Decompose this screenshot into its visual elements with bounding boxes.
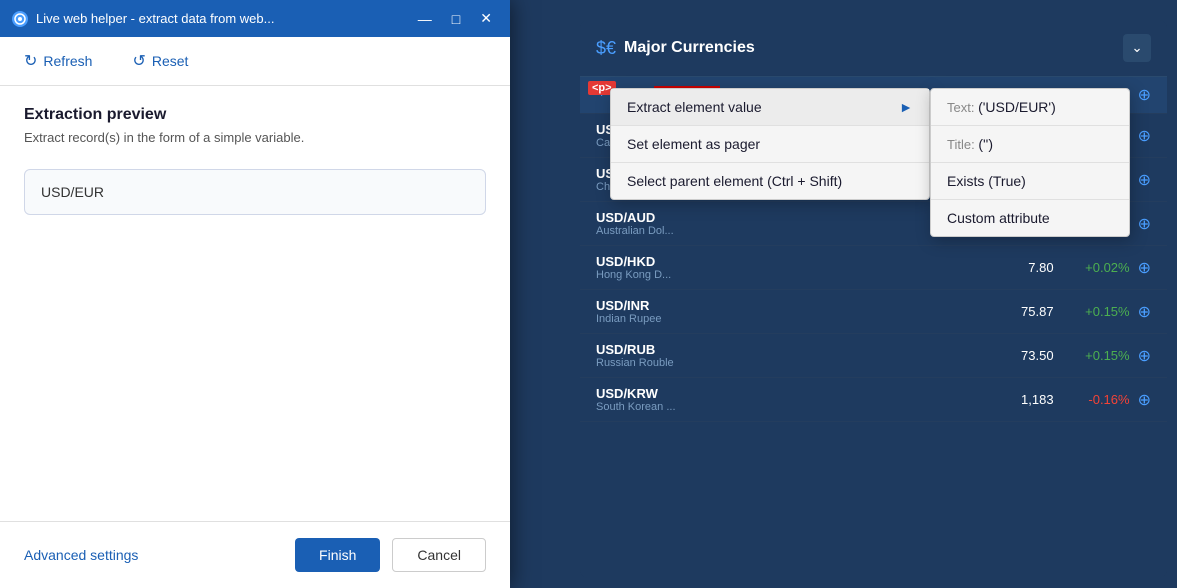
context-menu-item-extract[interactable]: Extract element value ► (611, 89, 929, 126)
currency-change: +0.02% (1070, 260, 1130, 275)
submenu-title-value: ('') (978, 136, 993, 152)
titlebar-title: Live web helper - extract data from web.… (36, 11, 412, 26)
context-menu-pager-label: Set element as pager (627, 136, 760, 152)
cancel-button[interactable]: Cancel (392, 538, 486, 572)
pair-desc: South Korean ... (596, 401, 696, 413)
pair-desc: Australian Dol... (596, 225, 696, 237)
currency-pair: USD/AUD Australian Dol... (596, 210, 696, 237)
currency-panel-title: Major Currencies (624, 39, 755, 57)
add-button[interactable]: ⊕ (1138, 126, 1151, 146)
pair-desc: Hong Kong D... (596, 269, 696, 281)
pair-name: USD/KRW (596, 386, 696, 401)
extraction-subtitle: Extract record(s) in the form of a simpl… (24, 130, 486, 145)
reset-icon: ↺ (132, 51, 145, 71)
footer-buttons: Finish Cancel (295, 538, 486, 572)
currency-change: +0.15% (1070, 348, 1130, 363)
currency-change: +0.15% (1070, 304, 1130, 319)
restore-button[interactable]: □ (446, 8, 466, 29)
pair-name: USD/RUB (596, 342, 696, 357)
titlebar-controls: — □ ✕ (412, 8, 498, 29)
extraction-title: Extraction preview (24, 106, 486, 124)
advanced-settings-link[interactable]: Advanced settings (24, 547, 138, 563)
pair-name: USD/INR (596, 298, 696, 313)
currency-pair: USD/INR Indian Rupee (596, 298, 696, 325)
currency-pair: USD/HKD Hong Kong D... (596, 254, 696, 281)
titlebar: Live web helper - extract data from web.… (0, 0, 510, 37)
context-menu-item-pager[interactable]: Set element as pager (611, 126, 929, 163)
context-menu-item-parent[interactable]: Select parent element (Ctrl + Shift) (611, 163, 929, 199)
finish-button[interactable]: Finish (295, 538, 380, 572)
chevron-right-icon: ► (899, 99, 913, 115)
add-button[interactable]: ⊕ (1138, 346, 1151, 366)
refresh-icon: ↻ (24, 51, 37, 71)
currency-rate: 1,183 (994, 392, 1054, 407)
close-button[interactable]: ✕ (474, 8, 498, 29)
refresh-button[interactable]: ↻ Refresh (16, 47, 100, 75)
currency-change: -0.16% (1070, 392, 1130, 407)
submenu-title-prefix: Title: (947, 137, 978, 152)
submenu-custom-value: Custom attribute (947, 210, 1050, 226)
submenu: Text: ('USD/EUR') Title: ('') Exists (Tr… (930, 88, 1130, 237)
add-button[interactable]: ⊕ (1138, 390, 1151, 410)
pair-desc: Indian Rupee (596, 313, 696, 325)
submenu-exists-value: Exists (True) (947, 173, 1026, 189)
submenu-item-title[interactable]: Title: ('') (931, 126, 1129, 163)
collapse-button[interactable]: ⌄ (1123, 34, 1151, 62)
preview-box: USD/EUR (24, 169, 486, 215)
toolbar: ↻ Refresh ↺ Reset (0, 37, 510, 86)
refresh-label: Refresh (43, 53, 92, 69)
reset-button[interactable]: ↺ Reset (124, 47, 196, 75)
table-row[interactable]: USD/HKD Hong Kong D... 7.80 +0.02% ⊕ (580, 246, 1167, 290)
context-menu-extract-label: Extract element value (627, 99, 762, 115)
submenu-item-custom[interactable]: Custom attribute (931, 200, 1129, 236)
add-button[interactable]: ⊕ (1138, 170, 1151, 190)
add-button[interactable]: ⊕ (1138, 302, 1151, 322)
dialog-panel: Live web helper - extract data from web.… (0, 0, 510, 588)
reset-label: Reset (152, 53, 189, 69)
currency-icon: $€ (596, 38, 616, 59)
dialog-content: Extraction preview Extract record(s) in … (0, 86, 510, 521)
currency-rate: 75.87 (994, 304, 1054, 319)
submenu-item-exists[interactable]: Exists (True) (931, 163, 1129, 200)
pair-name: USD/HKD (596, 254, 696, 269)
table-row[interactable]: USD/RUB Russian Rouble 73.50 +0.15% ⊕ (580, 334, 1167, 378)
add-button[interactable]: ⊕ (1138, 258, 1151, 278)
add-button[interactable]: ⊕ (1138, 85, 1151, 105)
currency-panel-header: $€ Major Currencies ⌄ (580, 20, 1167, 77)
preview-value: USD/EUR (41, 184, 104, 200)
submenu-text-value: ('USD/EUR') (978, 99, 1056, 115)
currency-pair: USD/RUB Russian Rouble (596, 342, 696, 369)
currency-rate: 73.50 (994, 348, 1054, 363)
table-row[interactable]: USD/KRW South Korean ... 1,183 -0.16% ⊕ (580, 378, 1167, 422)
currency-pair: USD/KRW South Korean ... (596, 386, 696, 413)
pair-desc: Russian Rouble (596, 357, 696, 369)
app-icon (12, 11, 28, 27)
submenu-text-prefix: Text: (947, 100, 978, 115)
add-button[interactable]: ⊕ (1138, 214, 1151, 234)
currency-rate: 7.80 (994, 260, 1054, 275)
minimize-button[interactable]: — (412, 8, 438, 29)
pair-name: USD/AUD (596, 210, 696, 225)
submenu-item-text[interactable]: Text: ('USD/EUR') (931, 89, 1129, 126)
table-row[interactable]: USD/INR Indian Rupee 75.87 +0.15% ⊕ (580, 290, 1167, 334)
context-menu: Extract element value ► Set element as p… (610, 88, 930, 200)
context-menu-parent-label: Select parent element (Ctrl + Shift) (627, 173, 842, 189)
dialog-footer: Advanced settings Finish Cancel (0, 521, 510, 588)
